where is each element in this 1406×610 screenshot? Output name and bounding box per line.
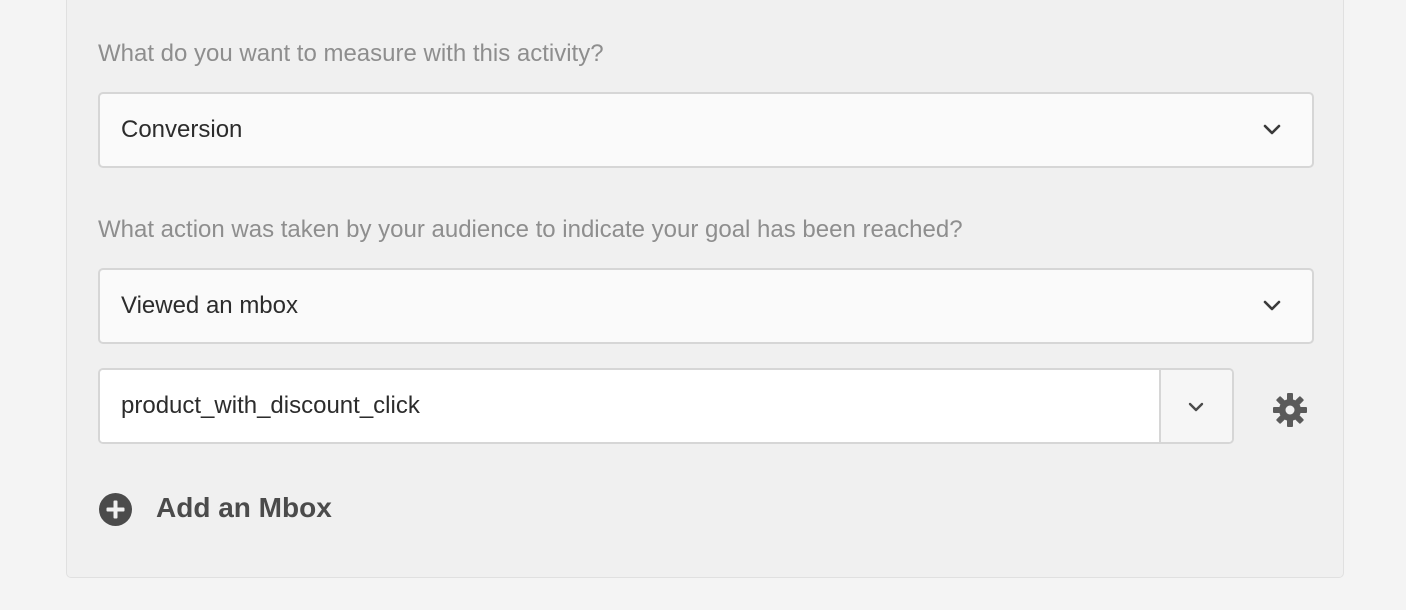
measure-question-label: What do you want to measure with this ac…: [98, 40, 604, 67]
action-select[interactable]: Viewed an mbox: [98, 268, 1314, 344]
gear-icon[interactable]: [1272, 392, 1308, 428]
action-question-label: What action was taken by your audience t…: [98, 216, 963, 243]
plus-circle-icon: [99, 493, 132, 526]
measure-select[interactable]: Conversion: [98, 92, 1314, 168]
mbox-combobox: [98, 368, 1234, 444]
add-mbox-label: Add an Mbox: [156, 492, 332, 523]
chevron-down-icon: [1263, 300, 1281, 311]
mbox-dropdown-button[interactable]: [1159, 370, 1232, 442]
chevron-down-icon: [1263, 124, 1281, 135]
action-select-value: Viewed an mbox: [121, 292, 298, 319]
mbox-name-input[interactable]: [100, 370, 1159, 442]
chevron-down-icon: [1188, 402, 1204, 412]
measure-select-value: Conversion: [121, 116, 243, 143]
